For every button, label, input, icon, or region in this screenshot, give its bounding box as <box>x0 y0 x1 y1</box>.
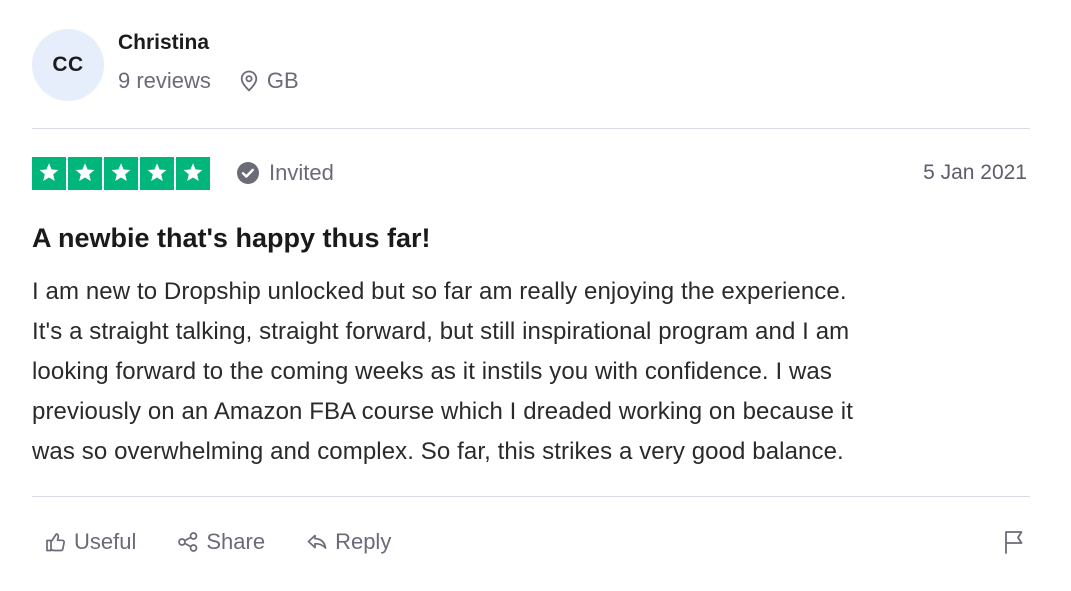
star-icon <box>68 156 102 190</box>
consumer-meta: 9 reviews GB <box>118 68 299 94</box>
review-title[interactable]: A newbie that's happy thus far! <box>32 220 430 256</box>
star-icon <box>32 156 66 190</box>
review-text-line: looking forward to the coming weeks as i… <box>32 358 832 385</box>
avatar[interactable]: CC <box>32 29 104 101</box>
share-icon <box>178 532 198 552</box>
review-card: CC Christina 9 reviews GB Invited 5 Jan … <box>32 0 1030 591</box>
consumer-info: CC Christina 9 reviews GB <box>32 28 299 102</box>
review-count: 9 reviews <box>118 68 211 93</box>
reply-label: Reply <box>335 529 392 554</box>
useful-button[interactable]: Useful <box>44 529 136 555</box>
consumer-details: Christina 9 reviews GB <box>118 31 299 94</box>
check-circle-icon <box>237 162 259 184</box>
reply-icon <box>307 534 327 549</box>
location-label: GB <box>266 68 299 93</box>
star-icon <box>140 156 174 190</box>
review-actions: Useful Share Reply <box>44 522 431 562</box>
report-button[interactable] <box>1000 527 1028 557</box>
reply-button[interactable]: Reply <box>305 529 391 555</box>
invited-badge[interactable]: Invited <box>236 160 334 186</box>
share-button[interactable]: Share <box>176 529 265 555</box>
star-icon <box>176 156 210 190</box>
useful-label: Useful <box>74 529 137 554</box>
consumer-location: GB <box>239 68 299 94</box>
thumbs-up-icon <box>46 533 65 552</box>
share-label: Share <box>206 529 266 554</box>
star-rating <box>32 156 210 190</box>
divider <box>32 128 1030 129</box>
consumer-name[interactable]: Christina <box>118 30 299 56</box>
rating-row: Invited 5 Jan 2021 <box>32 156 1030 190</box>
divider <box>32 496 1030 497</box>
review-text: I am new to Dropship unlocked but so far… <box>32 272 1030 472</box>
review-text-line: previously on an Amazon FBA course which… <box>32 398 853 425</box>
review-text-line: was so overwhelming and complex. So far,… <box>32 438 844 465</box>
star-icon <box>104 156 138 190</box>
review-date: 5 Jan 2021 <box>923 161 1027 184</box>
review-text-line: It's a straight talking, straight forwar… <box>32 318 850 345</box>
review-text-line: I am new to Dropship unlocked but so far… <box>32 278 847 305</box>
invited-label: Invited <box>269 160 334 185</box>
flag-icon <box>1005 531 1023 554</box>
map-pin-icon <box>240 70 258 92</box>
